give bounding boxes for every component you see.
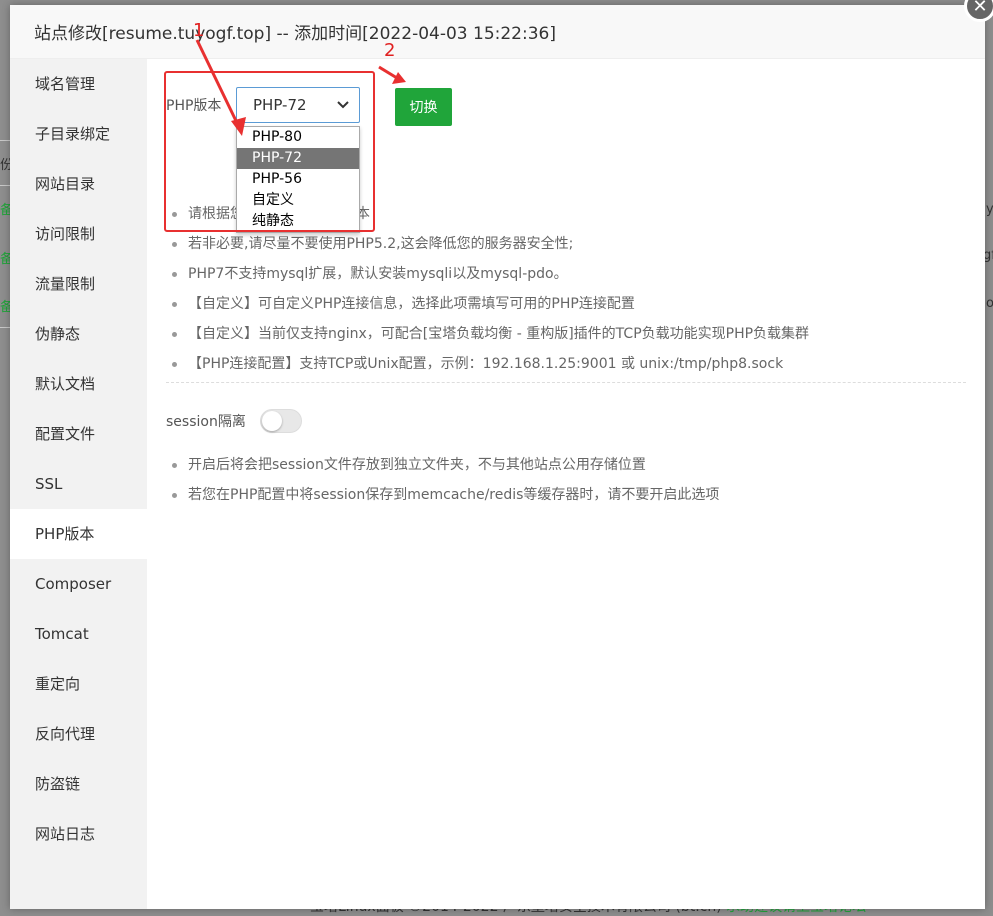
annotation-arrow-1: [195, 39, 240, 126]
annotation-arrowhead-2: [392, 72, 406, 84]
annotation-arrows: [195, 39, 406, 136]
annotation-arrow-2: [378, 65, 398, 80]
annotation-arrowhead-1: [231, 117, 246, 136]
